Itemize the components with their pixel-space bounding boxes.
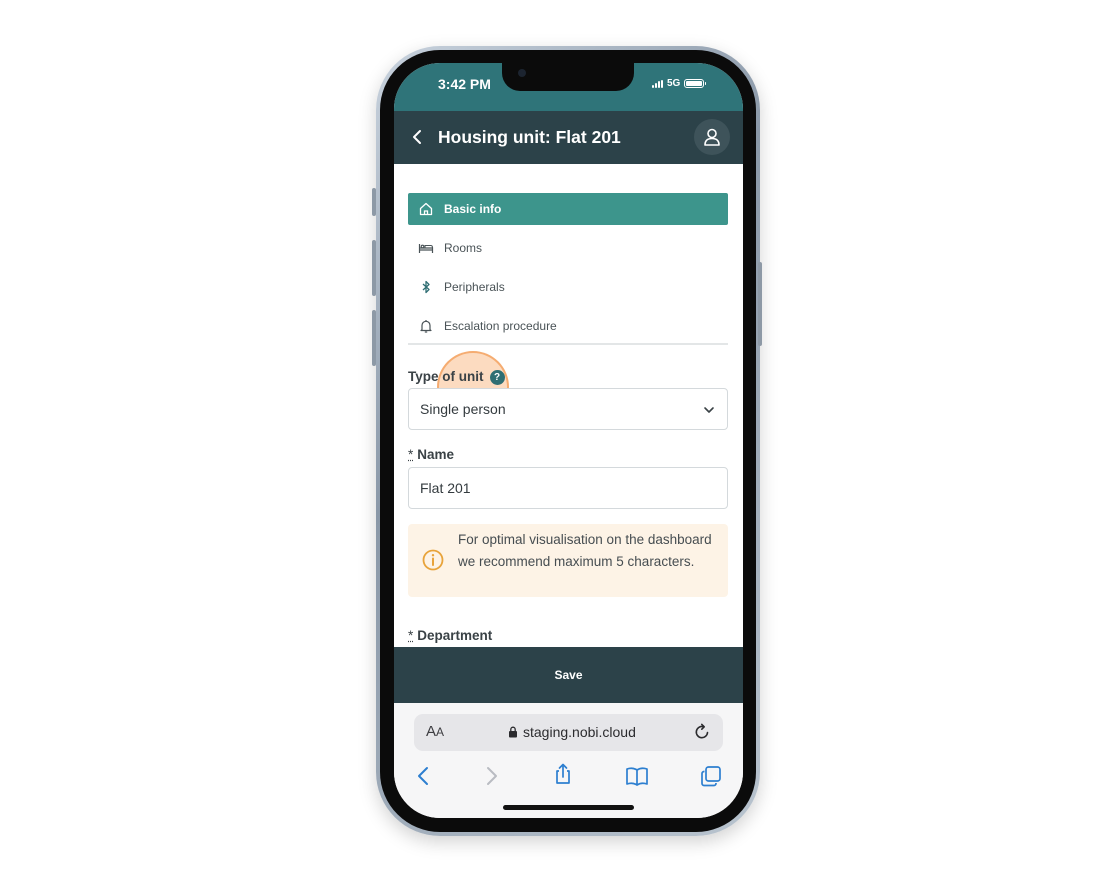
camera-icon [518,69,526,77]
name-input[interactable]: Flat 201 [408,467,728,509]
required-marker: * [408,447,414,462]
nav-divider [408,343,728,345]
silent-switch [372,188,376,216]
signal-icon [652,79,663,88]
save-button[interactable]: Save [394,647,743,703]
required-marker: * [408,628,414,643]
nav-item-label: Rooms [444,241,483,255]
profile-button[interactable] [694,119,730,155]
url-text: staging.nobi.cloud [523,724,636,740]
aa-large: A [426,723,437,740]
chevron-down-icon [704,407,714,413]
network-label: 5G [667,78,681,89]
battery-icon [684,79,707,88]
info-alert: For optimal visualisation on the dashboa… [408,524,728,597]
volume-up-button [372,240,376,296]
phone-screen: 3:42 PM 5G Housing unit: Flat 201 Basic … [394,63,743,818]
lock-icon [509,726,517,738]
bluetooth-icon [422,280,430,294]
nav-item-escalation-procedure[interactable]: Escalation procedure [408,310,728,342]
type-of-unit-label: Type of unit? [408,369,505,385]
bell-icon [420,320,432,333]
nav-item-basic-info[interactable]: Basic info [408,193,728,225]
share-icon[interactable] [552,763,574,785]
status-time: 3:42 PM [438,76,491,92]
bookmarks-icon[interactable] [625,765,649,787]
address-bar[interactable]: AA staging.nobi.cloud [414,714,723,751]
power-button [758,262,762,346]
url-display[interactable]: staging.nobi.cloud [508,724,636,740]
reload-icon[interactable] [693,723,711,741]
nav-item-label: Escalation procedure [444,319,557,333]
text-size-button[interactable]: AA [426,723,444,740]
department-label-text: Department [417,628,493,643]
page-title: Housing unit: Flat 201 [438,127,621,147]
back-icon[interactable] [413,765,435,787]
type-of-unit-value: Single person [420,401,506,417]
home-icon [419,202,433,216]
back-chevron-icon[interactable] [410,128,424,146]
info-message: For optimal visualisation on the dashboa… [458,532,712,569]
home-indicator [503,805,634,810]
department-label: * Department [408,628,492,643]
nav-item-label: Basic info [444,202,502,216]
tabs-icon[interactable] [700,765,722,787]
bed-icon [418,244,434,253]
user-icon [704,128,720,146]
nav-item-peripherals[interactable]: Peripherals [408,271,728,303]
name-input-value: Flat 201 [420,480,471,496]
status-bar: 3:42 PM 5G [394,63,743,111]
form-content: Basic info Rooms Peripherals Escalation … [394,164,743,647]
name-label-text: Name [417,447,455,462]
help-icon[interactable]: ? [489,370,505,385]
type-of-unit-label-text: Type of unit [408,369,484,384]
info-icon [422,549,444,571]
notch [502,63,634,91]
aa-small: A [436,725,445,739]
status-indicators: 5G [652,78,707,89]
volume-down-button [372,310,376,366]
app-header: Housing unit: Flat 201 [394,111,743,164]
browser-chrome: AA staging.nobi.cloud [394,703,743,818]
nav-item-rooms[interactable]: Rooms [408,232,728,264]
section-nav: Basic info Rooms Peripherals Escalation … [408,193,728,349]
type-of-unit-select[interactable]: Single person [408,388,728,430]
name-label: * Name [408,447,454,462]
nav-item-label: Peripherals [444,280,505,294]
forward-icon[interactable] [480,765,502,787]
